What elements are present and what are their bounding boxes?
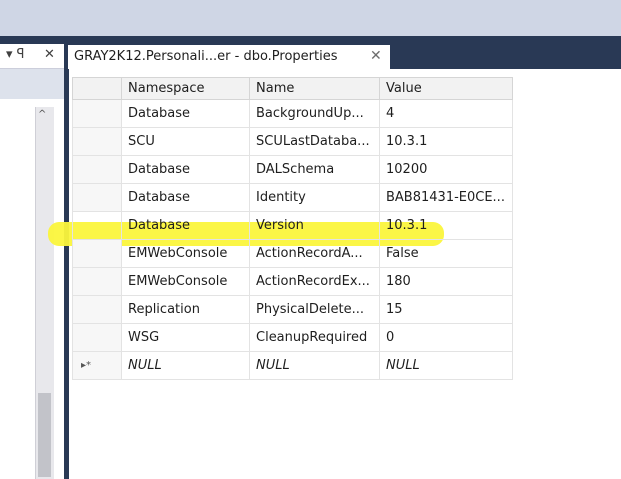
row-selector[interactable]	[72, 323, 122, 352]
table-row[interactable]: EMWebConsole ActionRecordEx... 180	[72, 267, 513, 296]
cell-namespace[interactable]: NULL	[121, 351, 250, 380]
left-pane	[0, 69, 64, 479]
row-selector[interactable]	[72, 155, 122, 184]
column-header-namespace[interactable]: Namespace	[121, 77, 250, 100]
cell-name[interactable]: Version	[249, 211, 380, 240]
table-row[interactable]: Replication PhysicalDelete... 15	[72, 295, 513, 324]
cell-name[interactable]: ActionRecordA...	[249, 239, 380, 268]
grid-new-row[interactable]: ▸* NULL NULL NULL	[72, 351, 513, 380]
cell-value[interactable]: BAB81431-E0CE...	[379, 183, 513, 212]
scroll-up-icon[interactable]: ^	[38, 109, 46, 120]
cell-name[interactable]: PhysicalDelete...	[249, 295, 380, 324]
cell-name[interactable]: ActionRecordEx...	[249, 267, 380, 296]
pin-icon[interactable]: ▾ ꟼ	[6, 47, 25, 62]
table-row[interactable]: SCU SCULastDataba... 10.3.1	[72, 127, 513, 156]
left-pane-header: ▾ ꟼ ✕	[0, 44, 64, 69]
cell-namespace[interactable]: SCU	[121, 127, 250, 156]
cell-name[interactable]: DALSchema	[249, 155, 380, 184]
cell-value[interactable]: NULL	[379, 351, 513, 380]
cell-value[interactable]: 10.3.1	[379, 127, 513, 156]
cell-value[interactable]: False	[379, 239, 513, 268]
table-row[interactable]: WSG CleanupRequired 0	[72, 323, 513, 352]
column-header-name[interactable]: Name	[249, 77, 380, 100]
left-pane-toolbar	[0, 69, 64, 99]
close-icon[interactable]: ✕	[44, 47, 55, 62]
cell-value[interactable]: 0	[379, 323, 513, 352]
table-row[interactable]: EMWebConsole ActionRecordA... False	[72, 239, 513, 268]
cell-name[interactable]: SCULastDataba...	[249, 127, 380, 156]
row-selector[interactable]	[72, 99, 122, 128]
window-top-band	[0, 0, 621, 36]
cell-value[interactable]: 10.3.1	[379, 211, 513, 240]
cell-value[interactable]: 4	[379, 99, 513, 128]
cell-namespace[interactable]: Database	[121, 211, 250, 240]
cell-namespace[interactable]: EMWebConsole	[121, 239, 250, 268]
cell-value[interactable]: 15	[379, 295, 513, 324]
document-tab-properties[interactable]: GRAY2K12.Personali...er - dbo.Properties…	[68, 45, 390, 69]
cell-name[interactable]: BackgroundUp...	[249, 99, 380, 128]
row-selector[interactable]: ▸*	[72, 351, 122, 380]
cell-namespace[interactable]: Database	[121, 183, 250, 212]
row-selector[interactable]	[72, 183, 122, 212]
table-row[interactable]: Database Identity BAB81431-E0CE...	[72, 183, 513, 212]
cell-value[interactable]: 10200	[379, 155, 513, 184]
close-tab-icon[interactable]: ✕	[370, 48, 382, 64]
row-selector[interactable]	[72, 211, 122, 240]
cell-value[interactable]: 180	[379, 267, 513, 296]
row-selector[interactable]	[72, 239, 122, 268]
cell-namespace[interactable]: Database	[121, 155, 250, 184]
cell-name[interactable]: Identity	[249, 183, 380, 212]
column-header-value[interactable]: Value	[379, 77, 513, 100]
cell-name[interactable]: CleanupRequired	[249, 323, 380, 352]
row-selector[interactable]	[72, 267, 122, 296]
table-row[interactable]: Database DALSchema 10200	[72, 155, 513, 184]
scrollbar-thumb[interactable]	[38, 393, 51, 477]
cell-namespace[interactable]: WSG	[121, 323, 250, 352]
grid-corner-cell[interactable]	[72, 77, 122, 100]
table-row[interactable]: Database BackgroundUp... 4	[72, 99, 513, 128]
cell-namespace[interactable]: EMWebConsole	[121, 267, 250, 296]
cell-namespace[interactable]: Replication	[121, 295, 250, 324]
cell-namespace[interactable]: Database	[121, 99, 250, 128]
grid-header-row: Namespace Name Value	[72, 77, 513, 100]
row-selector[interactable]	[72, 295, 122, 324]
table-row[interactable]: Database Version 10.3.1	[72, 211, 513, 240]
vertical-scrollbar[interactable]: ^	[35, 107, 54, 479]
document-tab-title: GRAY2K12.Personali...er - dbo.Properties	[74, 49, 338, 64]
results-grid: Namespace Name Value Database BackgroundU…	[72, 77, 513, 380]
row-selector[interactable]	[72, 127, 122, 156]
cell-name[interactable]: NULL	[249, 351, 380, 380]
